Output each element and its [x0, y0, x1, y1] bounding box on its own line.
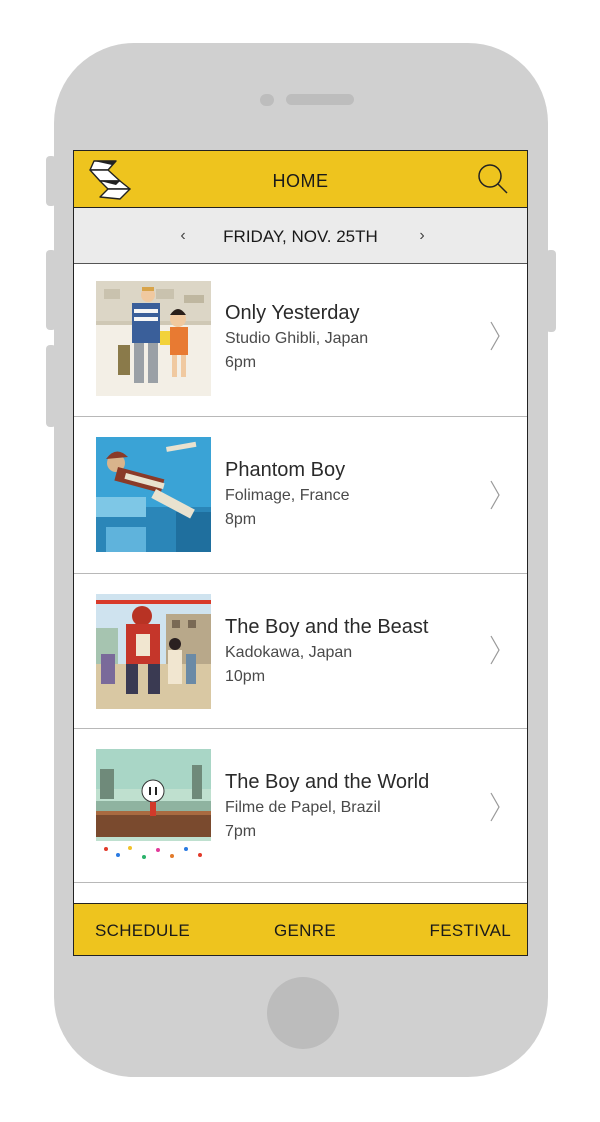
tab-schedule[interactable]: SCHEDULE [95, 904, 190, 955]
film-list-item[interactable]: The Boy and the World Filme de Papel, Br… [74, 729, 527, 883]
date-navigator: ‹ FRIDAY, NOV. 25TH › [74, 208, 527, 264]
next-day-arrow[interactable]: › [410, 208, 434, 264]
film-poster-image [96, 749, 211, 864]
film-info: The Boy and the World Filme de Papel, Br… [225, 769, 429, 844]
current-date: FRIDAY, NOV. 25TH [223, 227, 378, 246]
film-studio: Studio Ghibli, Japan [225, 330, 369, 347]
film-studio: Folimage, France [225, 487, 350, 504]
film-list: Only Yesterday Studio Ghibli, Japan 6pm [74, 264, 527, 883]
film-info: The Boy and the Beast Kadokawa, Japan 10… [225, 614, 428, 689]
earpiece-speaker [286, 94, 354, 105]
front-camera [260, 94, 274, 106]
chevron-right-icon [490, 635, 500, 665]
film-poster-image [96, 437, 211, 552]
chevron-right-icon [490, 792, 500, 822]
film-info: Phantom Boy Folimage, France 8pm [225, 457, 350, 532]
home-button [267, 977, 339, 1049]
film-time: 7pm [225, 823, 257, 840]
bottom-tab-bar: SCHEDULE GENRE FESTIVAL [74, 903, 527, 955]
film-list-item[interactable]: Phantom Boy Folimage, France 8pm [74, 417, 527, 574]
film-time: 10pm [225, 668, 266, 685]
film-poster-image [96, 281, 211, 396]
film-time: 8pm [225, 511, 257, 528]
search-icon[interactable] [477, 163, 509, 195]
app-screen: HOME ‹ FRIDAY, NOV. 25TH › Only Yesterda… [73, 150, 528, 956]
film-list-item[interactable]: The Boy and the Beast Kadokawa, Japan 10… [74, 574, 527, 729]
film-time: 6pm [225, 354, 257, 371]
tab-genre[interactable]: GENRE [274, 904, 336, 955]
film-title: The Boy and the Beast [225, 616, 429, 638]
film-poster-image [96, 594, 211, 709]
film-studio: Kadokawa, Japan [225, 644, 353, 661]
film-info: Only Yesterday Studio Ghibli, Japan 6pm [225, 300, 368, 375]
page-title: HOME [272, 171, 329, 191]
chevron-right-icon [490, 480, 500, 510]
film-title: The Boy and the World [225, 771, 430, 793]
film-studio: Filme de Papel, Brazil [225, 799, 381, 816]
film-title: Only Yesterday [225, 302, 360, 324]
tab-festival[interactable]: FESTIVAL [430, 904, 511, 955]
chevron-right-icon [490, 321, 500, 351]
top-bar: HOME [74, 151, 527, 208]
film-list-item[interactable]: Only Yesterday Studio Ghibli, Japan 6pm [74, 264, 527, 417]
film-title: Phantom Boy [225, 459, 346, 481]
